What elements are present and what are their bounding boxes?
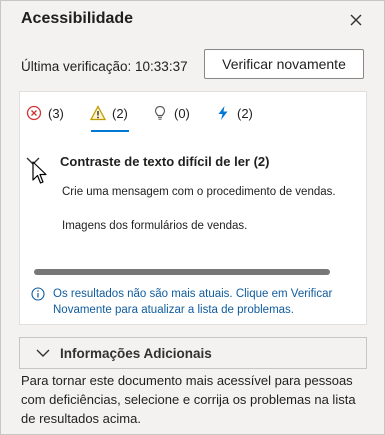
- group-contrast-toggle[interactable]: Contraste de texto difícil de ler (2): [26, 152, 270, 170]
- pane-description: Para tornar este documento mais acessíve…: [21, 373, 356, 426]
- additional-info-label: Informações Adicionais: [60, 345, 212, 361]
- selected-tab-indicator: [91, 130, 129, 132]
- tab-tips-count: (0): [174, 105, 190, 121]
- close-icon: [350, 14, 362, 26]
- accessibility-pane: Acessibilidade Última verificação: 10:33…: [0, 0, 385, 435]
- chevron-down-icon: [36, 349, 50, 357]
- additional-info-toggle[interactable]: Informações Adicionais: [19, 337, 367, 369]
- last-check-time: Última verificação: 10:33:37: [21, 59, 188, 74]
- lightbulb-icon: [154, 105, 166, 120]
- tab-warnings-count: (2): [112, 105, 128, 121]
- tab-errors-count: (3): [48, 105, 64, 121]
- outdated-results-notice[interactable]: Os resultados não são mais atuais. Cliqu…: [53, 286, 353, 318]
- mouse-pointer-icon: [32, 161, 47, 184]
- issue-item[interactable]: Crie uma mensagem com o procedimento de …: [62, 186, 336, 198]
- warning-triangle-icon: [90, 105, 106, 121]
- issue-item[interactable]: Imagens dos formulários de vendas.: [62, 220, 247, 232]
- tab-intelligent-services[interactable]: (2): [215, 102, 253, 124]
- verify-again-button[interactable]: Verificar novamente: [204, 49, 364, 79]
- tab-errors[interactable]: (3): [26, 102, 64, 124]
- close-button[interactable]: [347, 11, 365, 29]
- error-circle-icon: [26, 105, 42, 121]
- info-icon: [31, 287, 45, 301]
- horizontal-scrollbar[interactable]: [34, 269, 330, 275]
- tab-intelligent-count: (2): [237, 105, 253, 121]
- tab-tips[interactable]: (0): [152, 102, 190, 124]
- lightning-icon: [218, 106, 228, 120]
- tab-warnings[interactable]: (2): [90, 102, 128, 124]
- pane-title: Acessibilidade: [21, 10, 134, 27]
- group-title: Contraste de texto difícil de ler (2): [60, 153, 270, 169]
